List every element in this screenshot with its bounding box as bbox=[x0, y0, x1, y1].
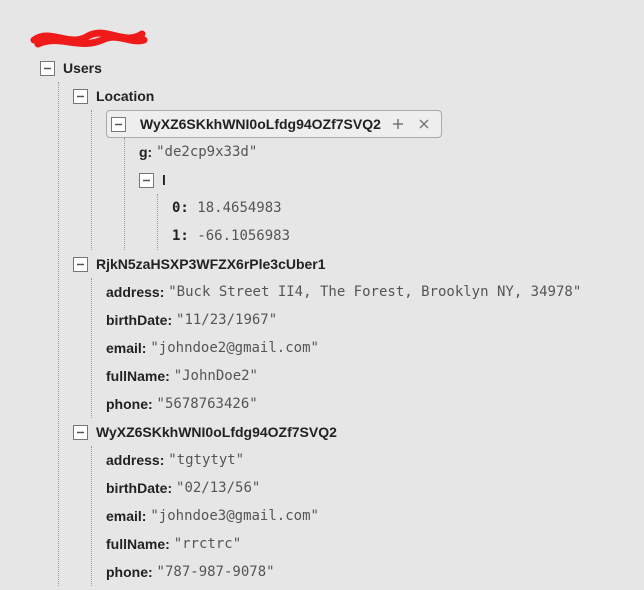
field-key: 0: bbox=[172, 194, 189, 222]
field-key: phone: bbox=[106, 558, 153, 586]
node-l[interactable]: l bbox=[162, 166, 166, 194]
delete-node-button[interactable] bbox=[415, 115, 433, 133]
field-key: fullName: bbox=[106, 530, 170, 558]
field-address[interactable]: address: "Buck Street II4, The Forest, B… bbox=[106, 278, 644, 306]
field-email[interactable]: email: "johndoe2@gmail.com" bbox=[106, 334, 644, 362]
field-key: email: bbox=[106, 334, 146, 362]
coord-0[interactable]: 0: 18.4654983 bbox=[172, 194, 644, 222]
field-key: address: bbox=[106, 278, 164, 306]
field-value: "JohnDoe2" bbox=[174, 362, 258, 390]
coord-1[interactable]: 1: -66.1056983 bbox=[172, 222, 644, 250]
location-children: WyXZ6SKkhWNI0oLfdg94OZf7SVQ2 g: "de2cp9x… bbox=[91, 110, 644, 250]
selected-node-label: WyXZ6SKkhWNI0oLfdg94OZf7SVQ2 bbox=[140, 110, 381, 138]
field-key: fullName: bbox=[106, 362, 170, 390]
db-tree: Users Location WyXZ6SKkhWNI0oLfdg94OZf7S… bbox=[0, 0, 644, 586]
field-phone[interactable]: phone: "787-987-9078" bbox=[106, 558, 644, 586]
user-node[interactable]: RjkN5zaHSXP3WFZX6rPle3cUber1 bbox=[96, 250, 326, 278]
field-value: "787-987-9078" bbox=[157, 558, 275, 586]
collapse-icon[interactable] bbox=[73, 257, 88, 272]
field-value: "rrctrc" bbox=[174, 530, 241, 558]
close-icon bbox=[418, 118, 430, 130]
field-value: -66.1056983 bbox=[197, 222, 290, 250]
field-key: birthDate: bbox=[106, 306, 172, 334]
field-value: "11/23/1967" bbox=[176, 306, 277, 334]
field-fullname[interactable]: fullName: "rrctrc" bbox=[106, 530, 644, 558]
field-value: "5678763426" bbox=[157, 390, 258, 418]
field-email[interactable]: email: "johndoe3@gmail.com" bbox=[106, 502, 644, 530]
field-value: 18.4654983 bbox=[197, 194, 281, 222]
collapse-icon[interactable] bbox=[73, 425, 88, 440]
user-1-children: address: "tgtytyt" birthDate: "02/13/56"… bbox=[91, 446, 644, 586]
field-value: "johndoe3@gmail.com" bbox=[150, 502, 319, 530]
field-key: g: bbox=[139, 138, 152, 166]
field-key: email: bbox=[106, 502, 146, 530]
users-children: Location WyXZ6SKkhWNI0oLfdg94OZf7SVQ2 bbox=[58, 82, 644, 586]
add-child-button[interactable] bbox=[389, 115, 407, 133]
field-fullname[interactable]: fullName: "JohnDoe2" bbox=[106, 362, 644, 390]
field-key: phone: bbox=[106, 390, 153, 418]
node-location[interactable]: Location bbox=[96, 82, 154, 110]
field-value: "de2cp9x33d" bbox=[156, 138, 257, 166]
collapse-icon[interactable] bbox=[73, 89, 88, 104]
field-key: 1: bbox=[172, 222, 189, 250]
user-node[interactable]: WyXZ6SKkhWNI0oLfdg94OZf7SVQ2 bbox=[96, 418, 337, 446]
selected-node[interactable]: WyXZ6SKkhWNI0oLfdg94OZf7SVQ2 bbox=[106, 110, 442, 138]
user-0-children: address: "Buck Street II4, The Forest, B… bbox=[91, 278, 644, 418]
field-g[interactable]: g: "de2cp9x33d" bbox=[139, 138, 644, 166]
collapse-icon[interactable] bbox=[111, 117, 126, 132]
field-value: "tgtytyt" bbox=[168, 446, 244, 474]
l-children: 0: 18.4654983 1: -66.1056983 bbox=[157, 194, 644, 250]
collapse-icon[interactable] bbox=[40, 61, 55, 76]
field-value: "Buck Street II4, The Forest, Brooklyn N… bbox=[168, 278, 581, 306]
plus-icon bbox=[392, 118, 404, 130]
field-address[interactable]: address: "tgtytyt" bbox=[106, 446, 644, 474]
collapse-icon[interactable] bbox=[139, 173, 154, 188]
field-birthdate[interactable]: birthDate: "11/23/1967" bbox=[106, 306, 644, 334]
field-key: birthDate: bbox=[106, 474, 172, 502]
selected-node-children: g: "de2cp9x33d" l 0: 18.4654983 1: bbox=[124, 138, 644, 250]
field-value: "johndoe2@gmail.com" bbox=[150, 334, 319, 362]
field-key: address: bbox=[106, 446, 164, 474]
field-birthdate[interactable]: birthDate: "02/13/56" bbox=[106, 474, 644, 502]
node-users[interactable]: Users bbox=[63, 54, 102, 82]
field-phone[interactable]: phone: "5678763426" bbox=[106, 390, 644, 418]
field-value: "02/13/56" bbox=[176, 474, 260, 502]
